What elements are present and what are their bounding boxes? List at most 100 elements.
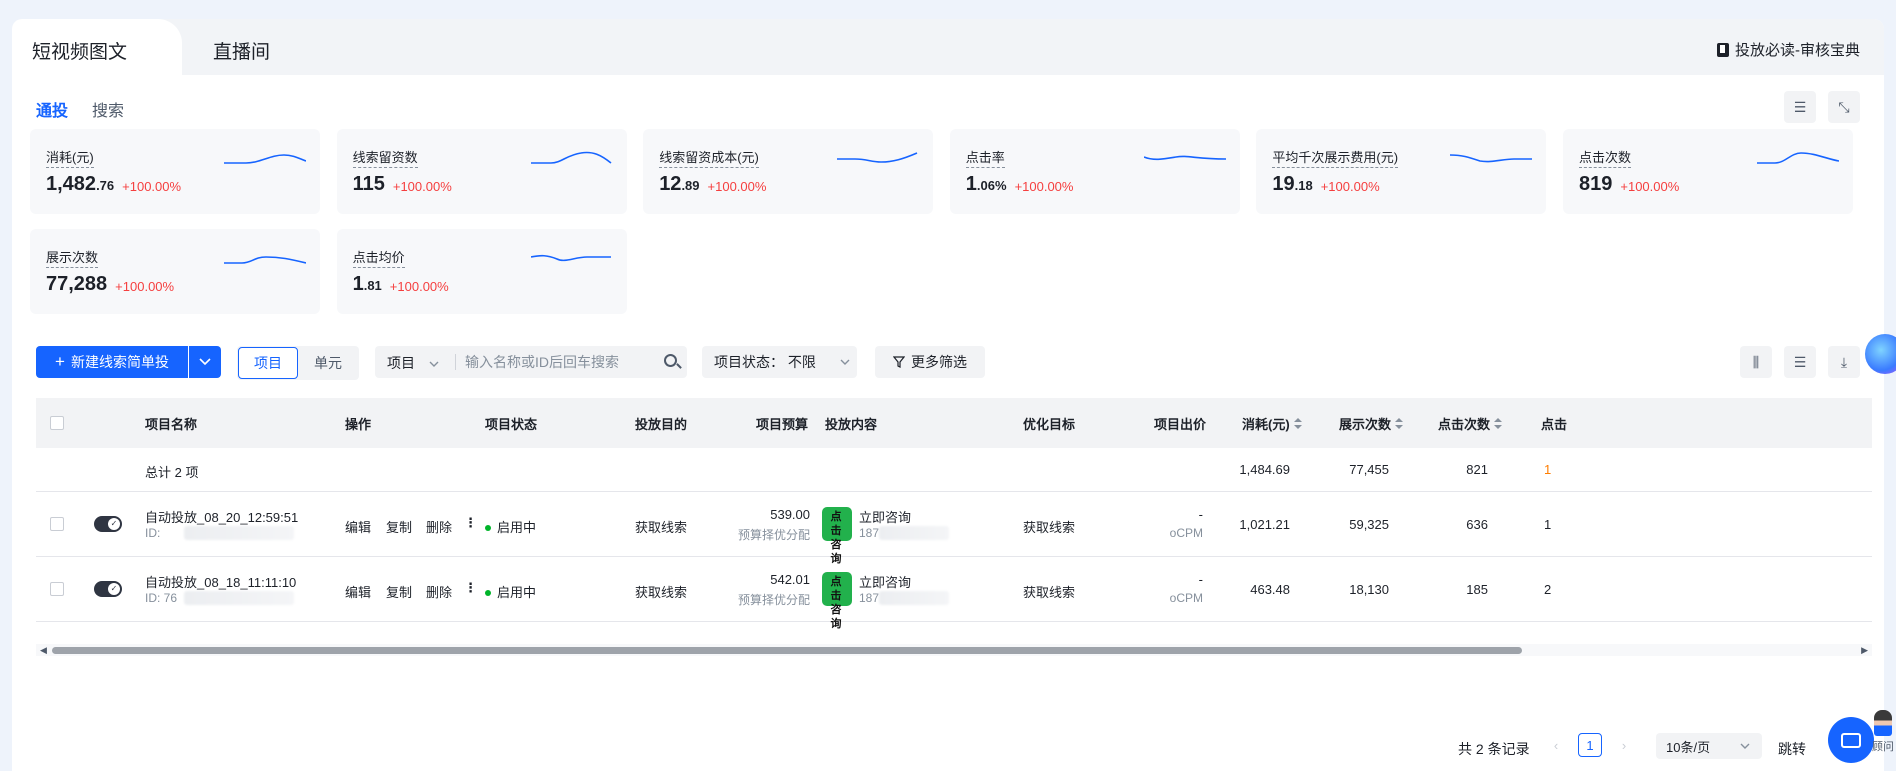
top-tabs: 短视频图文 直播间 投放必读-审核宝典 <box>12 19 1884 75</box>
metric-card[interactable]: 展示次数 77,288 +100.00% <box>30 229 320 314</box>
metric-value: 19.18 <box>1272 173 1313 195</box>
sparkline <box>530 254 611 262</box>
table-row: 自动投放_08_18_11:11:10ID: 76 编辑复制删除 ⋮ 启用中 获取线索 5… <box>36 557 1872 630</box>
status-filter-select[interactable]: 项目状态： 不限 <box>702 346 857 378</box>
total-partial: 1 <box>1544 462 1552 477</box>
metric-value: 1.81 <box>352 273 382 295</box>
sparkline <box>1757 152 1839 164</box>
row-content-title[interactable]: 立即咨询 <box>859 572 911 591</box>
row-status: 启用中 <box>485 517 536 536</box>
row-name[interactable]: 自动投放_08_18_11:11:10 <box>145 572 296 591</box>
metric-change: +100.00% <box>392 179 452 194</box>
sliders-icon: ☰ <box>1793 353 1807 370</box>
row-budget: 542.01 <box>770 572 810 587</box>
column-settings-button[interactable]: ⫼ <box>1740 346 1772 378</box>
metric-card[interactable]: 线索留资数 115 +100.00% <box>336 129 627 214</box>
chat-button[interactable] <box>1828 717 1874 763</box>
more-filter-button[interactable]: 更多筛选 <box>875 346 985 378</box>
search-input[interactable] <box>465 350 655 374</box>
level-project-tab[interactable]: 项目 <box>238 347 298 379</box>
content-thumbnail[interactable]: 点 击 咨 询 <box>822 507 852 565</box>
plus-icon: + <box>55 352 65 371</box>
redacted-id <box>184 591 294 605</box>
row-name[interactable]: 自动投放_08_20_12:59:51 <box>145 507 298 526</box>
metric-card[interactable]: 点击次数 819 +100.00% <box>1563 129 1853 214</box>
sub-tab-search[interactable]: 搜索 <box>92 97 124 121</box>
content-thumbnail[interactable]: 点 击 咨 询 <box>822 572 852 630</box>
row-copy-link[interactable]: 复制 <box>386 582 412 601</box>
page-size-select[interactable]: 10条/页 <box>1656 733 1762 759</box>
row-delete-link[interactable]: 删除 <box>426 517 452 536</box>
chat-icon <box>1841 732 1861 748</box>
th-impr[interactable]: 展示次数 <box>1339 414 1404 433</box>
tab-live-room[interactable]: 直播间 <box>213 37 270 64</box>
sub-tab-general[interactable]: 通投 <box>36 97 68 121</box>
pager-page-1[interactable]: 1 <box>1578 733 1602 757</box>
collapse-button[interactable]: ⤡ <box>1828 91 1860 123</box>
table-settings-button[interactable]: ☰ <box>1784 346 1816 378</box>
guide-link-label: 投放必读-审核宝典 <box>1735 42 1860 59</box>
tab-short-video[interactable]: 短视频图文 <box>32 37 127 64</box>
row-status-toggle[interactable] <box>94 581 122 597</box>
sparkline <box>837 152 918 163</box>
row-checkbox[interactable] <box>50 517 64 531</box>
chevron-down-icon <box>429 361 439 367</box>
row-copy-link[interactable]: 复制 <box>386 517 412 536</box>
horizontal-scrollbar[interactable]: ◀ ▶ <box>36 644 1872 656</box>
total-cost: 1,484.69 <box>1239 462 1290 477</box>
metric-label: 线索留资数 <box>352 147 418 168</box>
row-delete-link[interactable]: 删除 <box>426 582 452 601</box>
scroll-left-icon[interactable]: ◀ <box>40 645 47 656</box>
th-goal: 投放目的 <box>635 417 688 432</box>
search-type-select[interactable]: 项目 <box>387 353 439 373</box>
row-budget-note: 预算择优分配 <box>737 593 810 607</box>
row-status-toggle[interactable] <box>94 516 122 532</box>
row-content-title[interactable]: 立即咨询 <box>859 507 911 526</box>
scroll-thumb[interactable] <box>52 647 1522 654</box>
sort-icon <box>1395 418 1404 430</box>
level-unit-tab[interactable]: 单元 <box>298 347 358 379</box>
metric-label: 展示次数 <box>46 247 99 268</box>
metric-change: +100.00% <box>707 179 767 194</box>
row-checkbox[interactable] <box>50 582 64 596</box>
pager-next-button[interactable]: › <box>1612 733 1636 757</box>
th-cost[interactable]: 消耗(元) <box>1242 414 1302 433</box>
th-budget: 项目预算 <box>756 417 809 432</box>
guide-link[interactable]: 投放必读-审核宝典 <box>1717 39 1860 60</box>
chevron-down-icon <box>1740 743 1750 749</box>
row-budget: 539.00 <box>770 507 810 522</box>
consultant-button[interactable]: 顾问 <box>1870 710 1896 754</box>
scroll-right-icon[interactable]: ▶ <box>1861 645 1868 656</box>
pager-prev-button[interactable]: ‹ <box>1544 733 1568 757</box>
search-box: 项目 <box>375 346 687 378</box>
consultant-label: 顾问 <box>1872 741 1894 753</box>
row-partial: 2 <box>1544 582 1552 597</box>
new-campaign-dropdown-button[interactable] <box>189 346 221 378</box>
level-switch: 项目 单元 <box>237 346 359 380</box>
more-icon[interactable]: ⋮ <box>464 580 477 596</box>
metric-card[interactable]: 点击均价 1.81 +100.00% <box>336 229 627 314</box>
metric-card[interactable]: 平均千次展示费用(元) 19.18 +100.00% <box>1256 129 1547 214</box>
filter-icon <box>893 356 905 368</box>
more-filter-label: 更多筛选 <box>911 354 967 370</box>
chevron-down-icon <box>840 359 850 365</box>
select-all-checkbox[interactable] <box>50 416 64 430</box>
th-status: 项目状态 <box>485 417 538 432</box>
metric-label: 平均千次展示费用(元) <box>1272 147 1399 168</box>
more-icon[interactable]: ⋮ <box>464 515 477 531</box>
search-icon[interactable] <box>664 354 677 367</box>
metric-card[interactable]: 线索留资成本(元) 12.89 +100.00% <box>643 129 934 214</box>
new-campaign-button[interactable]: + 新建线索简单投 <box>36 346 188 378</box>
row-edit-link[interactable]: 编辑 <box>345 582 371 601</box>
download-button[interactable]: ⤓ <box>1828 346 1860 378</box>
sliders-icon: ☰ <box>1793 98 1807 115</box>
row-status: 启用中 <box>485 582 536 601</box>
th-clicks[interactable]: 点击次数 <box>1438 414 1503 433</box>
metric-card[interactable]: 消耗(元) 1,482.76 +100.00% <box>30 129 320 214</box>
th-content: 投放内容 <box>825 417 878 432</box>
metric-card[interactable]: 点击率 1.06% +100.00% <box>949 129 1240 214</box>
row-bid: - <box>1198 572 1203 587</box>
row-edit-link[interactable]: 编辑 <box>345 517 371 536</box>
metric-settings-button[interactable]: ☰ <box>1784 91 1816 123</box>
metric-label: 点击均价 <box>352 247 405 268</box>
